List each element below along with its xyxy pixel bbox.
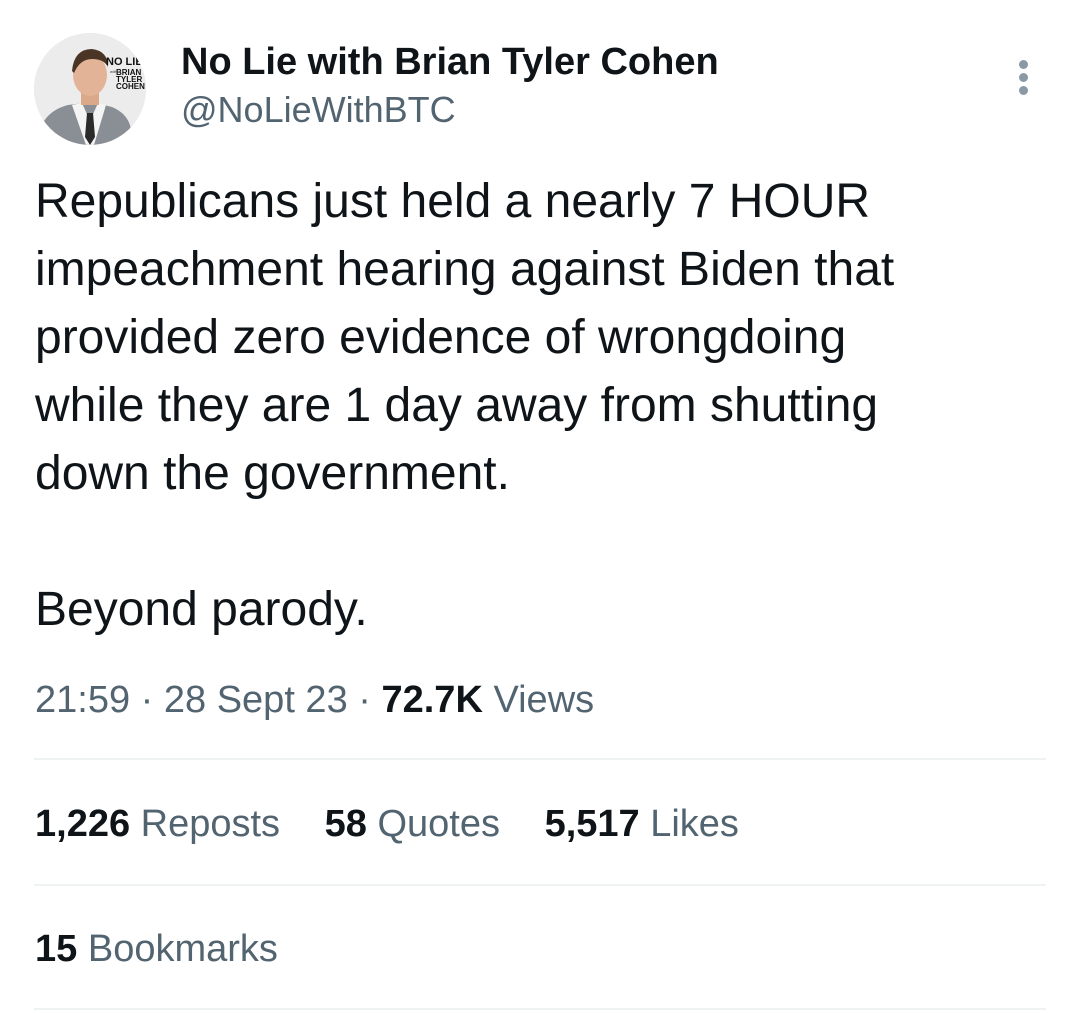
divider: [34, 758, 1046, 760]
divider: [34, 884, 1046, 886]
quotes-stat[interactable]: 58 Quotes: [325, 800, 500, 848]
more-options-button[interactable]: [1004, 52, 1044, 102]
avatar[interactable]: NO LIE with BRIAN TYLER COHEN: [34, 33, 146, 145]
tweet-time[interactable]: 21:59: [35, 679, 130, 721]
quotes-count: 58: [324, 803, 367, 845]
author-display-name[interactable]: No Lie with Brian Tyler Cohen: [181, 40, 719, 84]
engagement-stats: 1,226 Reposts 58 Quotes 5,517 Likes: [35, 800, 773, 848]
likes-stat[interactable]: 5,517 Likes: [545, 800, 739, 848]
reposts-stat[interactable]: 1,226 Reposts: [35, 800, 280, 848]
bookmarks-count: 15: [35, 928, 78, 970]
tweet-date[interactable]: 28 Sept 23: [164, 679, 348, 721]
divider: [34, 1008, 1046, 1010]
meta-separator: ·: [140, 679, 154, 721]
bookmarks-stat[interactable]: 15 Bookmarks: [35, 925, 278, 973]
likes-count: 5,517: [544, 803, 640, 845]
tweet-text: Republicans just held a nearly 7 HOUR im…: [35, 175, 895, 636]
views-label: Views: [493, 679, 595, 721]
quotes-label: Quotes: [377, 803, 500, 845]
author-handle[interactable]: @NoLieWithBTC: [181, 88, 456, 132]
tweet-meta: 21:59 · 28 Sept 23 · 72.7K Views: [35, 676, 594, 724]
avatar-logo-line-1: NO LIE: [106, 56, 143, 68]
reposts-count: 1,226: [35, 803, 131, 845]
views-count: 72.7K: [381, 679, 483, 721]
bookmarks-label: Bookmarks: [87, 928, 278, 970]
avatar-logo-line-5: COHEN: [116, 82, 145, 91]
likes-label: Likes: [650, 803, 739, 845]
avatar-photo: NO LIE with BRIAN TYLER COHEN: [34, 33, 146, 145]
reposts-label: Reposts: [140, 803, 281, 845]
meta-separator: ·: [358, 679, 371, 721]
